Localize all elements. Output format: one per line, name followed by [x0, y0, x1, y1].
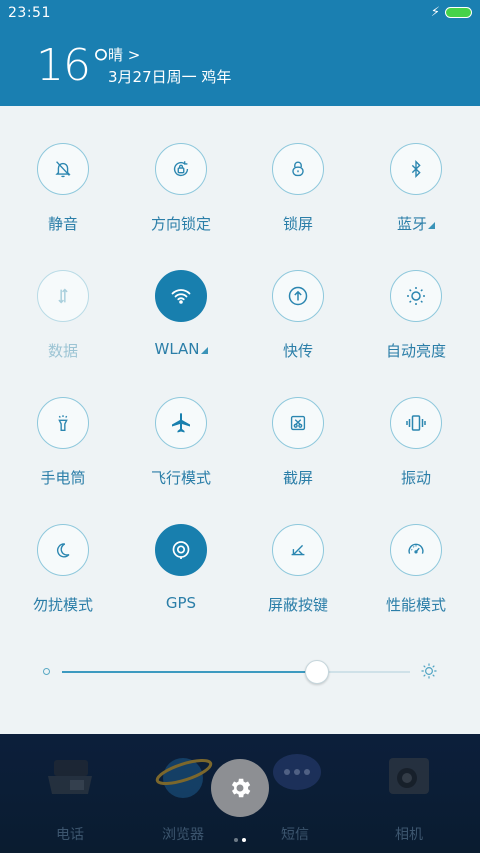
- toggle-label: 振动: [400, 469, 431, 487]
- submenu-triangle-icon: [200, 347, 208, 354]
- toggle-screenshot[interactable]: 截屏: [243, 397, 353, 507]
- temperature[interactable]: 16°: [36, 40, 112, 91]
- toggle-label-text: WLAN: [154, 340, 200, 358]
- status-time: 23:51: [8, 5, 51, 21]
- messages-app-icon: [273, 754, 321, 790]
- toggle-bluetooth[interactable]: 蓝牙: [361, 143, 471, 253]
- weather-condition[interactable]: 晴 >: [108, 44, 140, 65]
- toggle-rotation-lock[interactable]: 方向锁定: [126, 143, 236, 253]
- toggle-label: 屏蔽按键: [267, 596, 328, 614]
- airplane-icon: [155, 397, 207, 449]
- camera-app-icon: [389, 758, 429, 794]
- toggle-label: 性能模式: [385, 596, 446, 614]
- settings-button[interactable]: [211, 759, 269, 817]
- bluetooth-icon: [390, 143, 442, 195]
- toggle-label-text: 蓝牙: [396, 215, 427, 233]
- flashlight-icon: [37, 397, 89, 449]
- toggle-auto-brightness[interactable]: 自动亮度: [361, 270, 471, 380]
- toggle-block-keys[interactable]: 屏蔽按键: [243, 524, 353, 634]
- battery-icon: [445, 7, 472, 18]
- toggle-flashlight[interactable]: 手电筒: [8, 397, 118, 507]
- toggle-mobile-data[interactable]: 数据: [8, 270, 118, 380]
- phone-app-icon: [48, 760, 92, 794]
- brightness-fill: [62, 671, 317, 673]
- brightness-thumb[interactable]: [305, 660, 330, 684]
- brightness-high-icon: [420, 662, 438, 684]
- speedometer-icon: [390, 524, 442, 576]
- page-indicator: [232, 827, 248, 846]
- toggle-label: 静音: [47, 215, 78, 233]
- weather-header: 23:51 ⚡ 16° 晴 > 3月27日周一 鸡年: [0, 0, 480, 106]
- toggle-label-with-submenu: 蓝牙: [361, 213, 471, 234]
- toggle-performance[interactable]: 性能模式: [361, 524, 471, 634]
- screenshot-icon: [272, 397, 324, 449]
- wifi-icon: [155, 270, 207, 322]
- lock-icon: [272, 143, 324, 195]
- quick-settings-panel: 静音 方向锁定 锁屏 蓝牙 数据 WLAN 快传 自动亮度 手电筒 飞行模式 截…: [0, 106, 480, 734]
- browser-app-icon: [155, 758, 213, 798]
- app-label: 浏览器: [162, 827, 204, 843]
- rotation-lock-icon: [155, 143, 207, 195]
- gear-icon: [231, 778, 251, 798]
- toggle-quick-transfer[interactable]: 快传: [243, 270, 353, 380]
- quick-transfer-icon: [272, 270, 324, 322]
- toggle-wlan[interactable]: WLAN: [126, 270, 236, 380]
- toggle-do-not-disturb[interactable]: 勿扰模式: [8, 524, 118, 634]
- app-label: 相机: [395, 827, 423, 843]
- dock-app-phone[interactable]: 电话: [25, 746, 115, 844]
- dock-app-camera[interactable]: 相机: [364, 746, 454, 844]
- toggle-label: 截屏: [282, 469, 313, 487]
- mobile-data-icon: [37, 270, 89, 322]
- toggle-label: GPS: [165, 594, 197, 612]
- toggle-gps[interactable]: GPS: [126, 524, 236, 634]
- toggle-label: 飞行模式: [150, 469, 211, 487]
- auto-brightness-icon: [390, 270, 442, 322]
- toggle-vibrate[interactable]: 振动: [361, 397, 471, 507]
- toggle-label: 自动亮度: [385, 342, 446, 360]
- page-dot: [234, 838, 238, 842]
- brightness-slider[interactable]: [62, 660, 410, 684]
- submenu-triangle-icon: [428, 222, 435, 229]
- page-dot-active: [242, 838, 246, 842]
- silent-bell-icon: [37, 143, 89, 195]
- vibrate-icon: [390, 397, 442, 449]
- home-dock: 电话 浏览器 短信 相机: [0, 734, 480, 853]
- toggle-label: 手电筒: [40, 469, 86, 487]
- toggle-label: 方向锁定: [150, 215, 211, 233]
- charging-icon: ⚡: [430, 5, 440, 20]
- toggle-airplane[interactable]: 飞行模式: [126, 397, 236, 507]
- block-keys-icon: [272, 524, 324, 576]
- gps-icon: [155, 524, 207, 576]
- toggle-label: 锁屏: [282, 215, 313, 233]
- date-text: 3月27日周一 鸡年: [108, 68, 232, 86]
- toggle-label: 快传: [282, 342, 313, 360]
- app-label: 短信: [281, 827, 309, 843]
- toggle-label: 数据: [47, 342, 78, 360]
- toggle-lock-screen[interactable]: 锁屏: [243, 143, 353, 253]
- app-label: 电话: [56, 827, 84, 843]
- toggle-label-with-submenu: WLAN: [126, 340, 236, 358]
- brightness-low-icon: [43, 668, 50, 675]
- moon-icon: [37, 524, 89, 576]
- toggle-silent[interactable]: 静音: [8, 143, 118, 253]
- toggle-label: 勿扰模式: [32, 596, 93, 614]
